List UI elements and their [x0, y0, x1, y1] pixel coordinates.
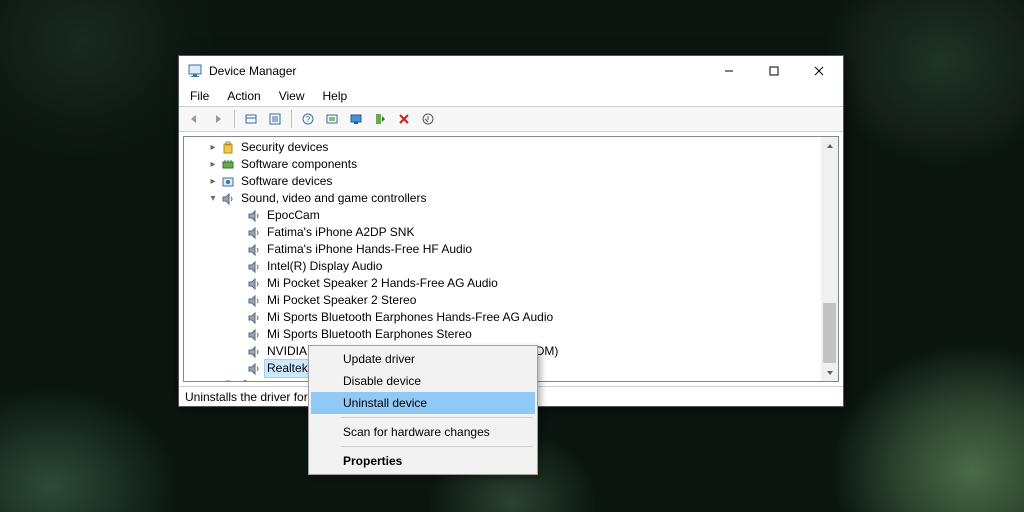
menu-file[interactable]: File — [183, 87, 216, 105]
tree-device[interactable]: Intel(R) Display Audio — [184, 258, 838, 275]
context-menu-item[interactable]: Uninstall device — [311, 392, 535, 414]
back-button[interactable] — [183, 108, 205, 130]
tree-device[interactable]: Mi Sports Bluetooth Earphones Stereo — [184, 326, 838, 343]
speaker-icon — [246, 361, 262, 377]
tree-category[interactable]: ▸ Software devices — [184, 173, 838, 190]
speaker-icon — [246, 242, 262, 258]
expander-icon — [232, 311, 246, 325]
tree-node-label: Sound, video and game controllers — [239, 190, 428, 207]
tree-device[interactable]: Mi Sports Bluetooth Earphones Hands-Free… — [184, 309, 838, 326]
tree-node-label: Mi Pocket Speaker 2 Stereo — [265, 292, 418, 309]
expander-icon[interactable]: ▸ — [206, 379, 220, 382]
toolbar-separator — [291, 110, 292, 128]
tree-node-label: Intel(R) Display Audio — [265, 258, 384, 275]
context-menu: Update driver Disable device Uninstall dev… — [308, 345, 538, 475]
speaker-icon — [220, 191, 236, 207]
speaker-icon — [246, 327, 262, 343]
context-menu-label: Uninstall device — [343, 396, 427, 410]
scroll-down-icon[interactable] — [821, 364, 838, 381]
tree-device[interactable]: EpocCam — [184, 207, 838, 224]
window-controls — [706, 57, 841, 86]
expander-icon — [232, 243, 246, 257]
context-menu-item[interactable]: Update driver — [311, 348, 535, 370]
component-icon — [220, 157, 236, 173]
tree-category-sound[interactable]: ▾ Sound, video and game controllers — [184, 190, 838, 207]
expander-icon — [232, 294, 246, 308]
speaker-icon — [246, 259, 262, 275]
tree-device[interactable]: Fatima's iPhone A2DP SNK — [184, 224, 838, 241]
maximize-button[interactable] — [751, 57, 796, 86]
security-icon — [220, 140, 236, 156]
tree-node-label: Mi Pocket Speaker 2 Hands-Free AG Audio — [265, 275, 500, 292]
speaker-icon — [246, 310, 262, 326]
expander-icon[interactable]: ▸ — [206, 141, 220, 155]
expander-icon — [232, 209, 246, 223]
context-menu-separator — [341, 446, 533, 447]
tree-category[interactable]: ▸ Software components — [184, 156, 838, 173]
app-icon — [187, 63, 203, 79]
swdev-icon — [220, 174, 236, 190]
context-menu-item[interactable]: Properties — [311, 450, 535, 472]
show-hidden-button[interactable] — [240, 108, 262, 130]
speaker-icon — [246, 225, 262, 241]
tree-node-label: Mi Sports Bluetooth Earphones Hands-Free… — [265, 309, 555, 326]
scroll-thumb[interactable] — [823, 303, 836, 363]
context-menu-label: Update driver — [343, 352, 415, 366]
expander-icon — [232, 277, 246, 291]
tree-device[interactable]: Mi Pocket Speaker 2 Hands-Free AG Audio — [184, 275, 838, 292]
context-menu-item[interactable]: Scan for hardware changes — [311, 421, 535, 443]
speaker-icon — [246, 276, 262, 292]
tree-category[interactable]: ▸ Security devices — [184, 139, 838, 156]
tree-node-label: Fatima's iPhone A2DP SNK — [265, 224, 416, 241]
uninstall-button[interactable] — [393, 108, 415, 130]
tree-node-label: Mi Sports Bluetooth Earphones Stereo — [265, 326, 474, 343]
toolbar-separator — [234, 110, 235, 128]
toolbar: ? — [179, 106, 843, 132]
expander-icon[interactable]: ▸ — [206, 175, 220, 189]
context-menu-label: Properties — [343, 454, 402, 468]
expander-icon[interactable]: ▸ — [206, 158, 220, 172]
menu-help[interactable]: Help — [316, 87, 355, 105]
speaker-icon — [246, 208, 262, 224]
speaker-icon — [246, 293, 262, 309]
tree-node-label: Security devices — [239, 139, 330, 156]
help-button[interactable]: ? — [297, 108, 319, 130]
tree-node-label: Software components — [239, 156, 359, 173]
svg-text:?: ? — [306, 115, 311, 124]
scroll-up-icon[interactable] — [821, 137, 838, 154]
tree-node-label: Software devices — [239, 173, 334, 190]
vertical-scrollbar[interactable] — [821, 137, 838, 381]
scan-button[interactable] — [321, 108, 343, 130]
expander-icon — [232, 362, 246, 376]
expander-icon[interactable]: ▾ — [206, 192, 220, 206]
update-driver-button[interactable] — [345, 108, 367, 130]
expander-icon — [232, 328, 246, 342]
close-button[interactable] — [796, 57, 841, 86]
menu-action[interactable]: Action — [220, 87, 267, 105]
expander-icon — [232, 226, 246, 240]
enable-button[interactable] — [369, 108, 391, 130]
menu-view[interactable]: View — [272, 87, 312, 105]
storage-icon — [220, 378, 236, 382]
context-menu-item[interactable]: Disable device — [311, 370, 535, 392]
menubar: File Action View Help — [179, 86, 843, 106]
tree-node-label: Fatima's iPhone Hands-Free HF Audio — [265, 241, 474, 258]
context-menu-label: Disable device — [343, 374, 421, 388]
tree-device[interactable]: Mi Pocket Speaker 2 Stereo — [184, 292, 838, 309]
window-title: Device Manager — [209, 64, 706, 78]
speaker-icon — [246, 344, 262, 360]
minimize-button[interactable] — [706, 57, 751, 86]
expander-icon — [232, 345, 246, 359]
expander-icon — [232, 260, 246, 274]
titlebar[interactable]: Device Manager — [179, 56, 843, 86]
forward-button[interactable] — [207, 108, 229, 130]
context-menu-separator — [341, 417, 533, 418]
tree-device[interactable]: Fatima's iPhone Hands-Free HF Audio — [184, 241, 838, 258]
tree-node-label: EpocCam — [265, 207, 322, 224]
properties-button[interactable] — [264, 108, 286, 130]
scan-hardware-button[interactable] — [417, 108, 439, 130]
context-menu-label: Scan for hardware changes — [343, 425, 490, 439]
